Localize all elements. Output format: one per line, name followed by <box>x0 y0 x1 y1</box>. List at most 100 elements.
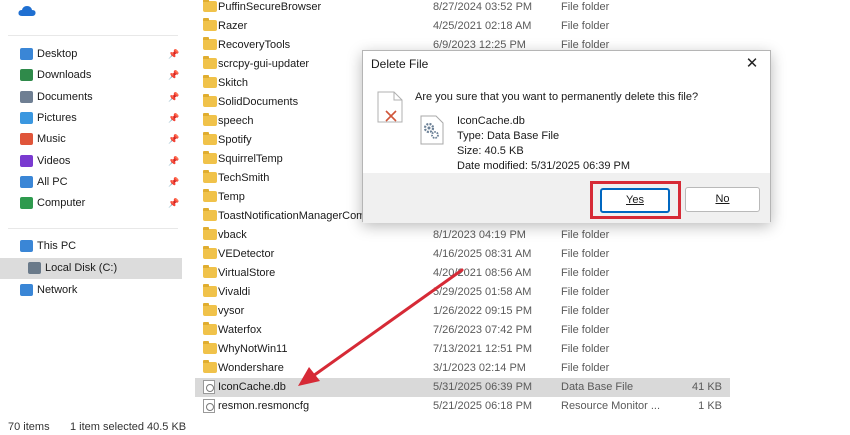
file-name-cell: Skitch <box>218 76 248 89</box>
file-name-cell: SolidDocuments <box>218 95 299 108</box>
folder-icon <box>203 131 217 145</box>
sidebar-item-label: Videos <box>37 154 71 167</box>
file-name-cell: Razer <box>218 19 248 32</box>
file-date-cell: 4/20/2021 08:56 AM <box>433 266 532 279</box>
file-date-cell: 5/29/2025 01:58 AM <box>433 285 532 298</box>
sidebar-item-videos[interactable]: Videos 📌 <box>0 151 182 172</box>
folder-icon <box>203 36 217 50</box>
file-row[interactable]: Vivaldi 5/29/2025 01:58 AM File folder <box>195 283 730 302</box>
file-date-cell: 5/21/2025 06:18 PM <box>433 399 533 412</box>
folder-icon <box>203 150 217 164</box>
pin-icon[interactable]: 📌 <box>168 156 179 167</box>
file-date-cell: 5/31/2025 06:39 PM <box>433 380 533 393</box>
onedrive-cloud-icon[interactable] <box>18 5 36 17</box>
folder-icon <box>203 264 217 278</box>
file-type-cell: File folder <box>561 342 610 355</box>
file-name-cell: VEDetector <box>218 247 275 260</box>
file-row[interactable]: Razer 4/25/2021 02:18 AM File folder <box>195 17 730 36</box>
desktop-icon <box>20 48 33 60</box>
file-row[interactable]: resmon.resmoncfg 5/21/2025 06:18 PM Resour… <box>195 397 730 416</box>
sidebar-item-label: Downloads <box>37 69 92 82</box>
file-row[interactable]: Waterfox 7/26/2023 07:42 PM File folder <box>195 321 730 340</box>
network-icon <box>20 284 33 296</box>
file-modified: Date modified: 5/31/2025 06:39 PM <box>457 160 631 172</box>
folder-icon <box>203 112 217 126</box>
sidebar-item-label: Pictures <box>37 111 77 124</box>
documents-icon <box>20 90 33 103</box>
file-row[interactable]: IconCache.db 5/31/2025 06:39 PM Data Base … <box>195 377 730 397</box>
file-name-cell: resmon.resmoncfg <box>218 399 310 412</box>
sidebar-divider <box>8 228 178 229</box>
file-size-cell: 1 KB <box>698 399 722 412</box>
file-row[interactable]: WhyNotWin11 7/13/2021 12:51 PM File folder <box>195 340 730 359</box>
file-size-cell: 41 KB <box>692 380 722 393</box>
pin-icon[interactable]: 📌 <box>168 92 179 103</box>
file-date-cell: 8/1/2023 04:19 PM <box>433 228 526 241</box>
file-name-cell: RecoveryTools <box>218 38 291 51</box>
file-row[interactable]: vysor 1/26/2022 09:15 PM File folder <box>195 302 730 321</box>
file-icon <box>203 398 215 413</box>
dialog-titlebar[interactable]: Delete File ✕ <box>363 51 770 77</box>
folder-icon <box>203 245 217 259</box>
sidebar-item-label: All PC <box>37 175 68 188</box>
file-date-cell: 4/25/2021 02:18 AM <box>433 19 532 32</box>
no-button[interactable]: No <box>685 187 760 212</box>
pin-icon[interactable]: 📌 <box>168 49 179 60</box>
folder-icon <box>203 283 217 297</box>
file-name-cell: scrcpy-gui-updater <box>218 57 310 70</box>
tree-item-network[interactable]: Network <box>0 280 182 301</box>
gear-file-icon <box>420 115 444 145</box>
pin-icon[interactable]: 📌 <box>168 177 179 188</box>
folder-icon <box>203 340 217 354</box>
pin-icon[interactable]: 📌 <box>168 198 179 209</box>
file-name-cell: vysor <box>218 304 245 317</box>
pin-icon[interactable]: 📌 <box>168 113 179 124</box>
this-pc-icon <box>20 240 33 252</box>
file-row[interactable]: VirtualStore 4/20/2021 08:56 AM File folde… <box>195 264 730 283</box>
folder-icon <box>203 169 217 183</box>
sidebar-item-computer[interactable]: Computer 📌 <box>0 193 182 214</box>
sidebar-item-pictures[interactable]: Pictures 📌 <box>0 108 182 129</box>
confirm-question: Are you sure that you want to permanentl… <box>415 91 699 103</box>
selection-count: 1 item selected <box>70 421 144 433</box>
sidebar-item-all-pc[interactable]: All PC 📌 <box>0 172 182 193</box>
tree-item-local-disk-c[interactable]: Local Disk (C:) <box>0 258 182 279</box>
file-type-cell: File folder <box>561 1 610 13</box>
folder-icon <box>203 321 217 335</box>
status-bar: 70 items 1 item selected 40.5 KB <box>0 418 850 435</box>
selection-size: 40.5 KB <box>147 421 187 433</box>
pc-icon <box>20 175 33 188</box>
videos-icon <box>20 154 33 167</box>
computer-icon <box>20 197 33 210</box>
sidebar-item-desktop[interactable]: Desktop 📌 <box>0 44 182 65</box>
file-date-cell: 1/26/2022 09:15 PM <box>433 304 533 317</box>
sidebar-item-downloads[interactable]: Downloads 📌 <box>0 65 182 86</box>
sidebar-item-documents[interactable]: Documents 📌 <box>0 87 182 108</box>
file-type-cell: Data Base File <box>561 380 634 393</box>
yes-button[interactable]: Yes <box>600 188 670 213</box>
folder-icon <box>203 93 217 107</box>
file-date-cell: 8/27/2024 03:52 PM <box>433 1 533 13</box>
file-name-cell: speech <box>218 114 254 127</box>
file-row[interactable]: PuffinSecureBrowser 8/27/2024 03:52 PM Fil… <box>195 0 730 17</box>
pin-icon[interactable]: 📌 <box>168 70 179 81</box>
sidebar-item-music[interactable]: Music 📌 <box>0 129 182 150</box>
file-type: Type: Data Base File <box>457 130 560 142</box>
file-row[interactable]: VEDetector 4/16/2025 08:31 AM File folder <box>195 245 730 264</box>
sidebar-item-label: Documents <box>37 90 93 103</box>
file-size: Size: 40.5 KB <box>457 145 524 157</box>
delete-file-dialog: Delete File ✕ Are you sure that you want… <box>362 50 771 223</box>
file-name-cell: Spotify <box>218 133 252 146</box>
close-icon[interactable]: ✕ <box>742 54 762 74</box>
pin-icon[interactable]: 📌 <box>168 134 179 145</box>
folder-icon <box>203 55 217 69</box>
file-row[interactable]: Wondershare 3/1/2023 02:14 PM File folder <box>195 359 730 378</box>
file-name-cell: Waterfox <box>218 323 262 336</box>
file-name-cell: WhyNotWin11 <box>218 342 288 355</box>
dialog-button-bar: Yes No <box>363 173 770 223</box>
tree-item-this-pc[interactable]: This PC <box>0 236 182 257</box>
folder-icon <box>203 188 217 202</box>
file-name-cell: IconCache.db <box>218 380 286 393</box>
file-row[interactable]: vback 8/1/2023 04:19 PM File folder <box>195 226 730 245</box>
file-name-cell: VirtualStore <box>218 266 276 279</box>
